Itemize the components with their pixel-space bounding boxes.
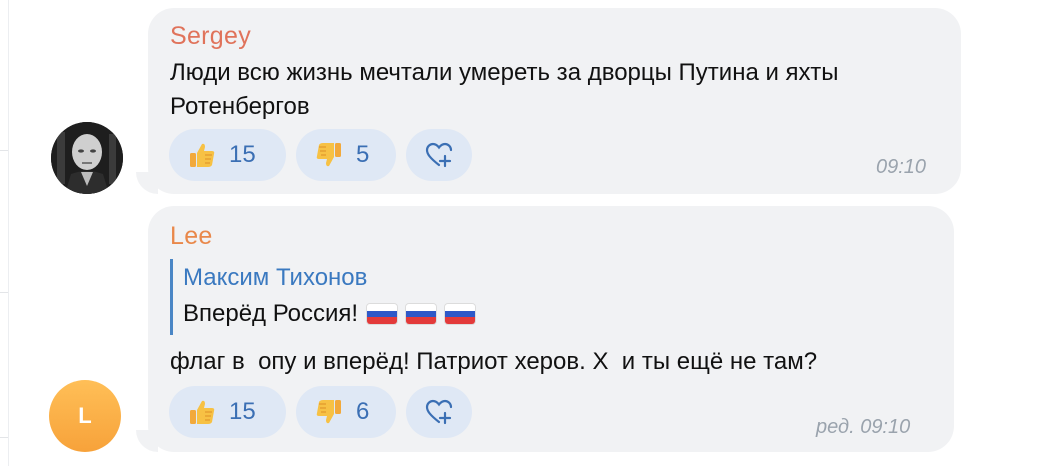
dislike-count: 5 [356, 141, 370, 168]
avatar-sergey[interactable] [51, 122, 123, 194]
avatar-photo-image [51, 122, 123, 194]
divider-tick [0, 292, 8, 293]
message-bubble[interactable]: Lee Максим Тихонов Вперёд Россия! флаг в… [148, 206, 954, 452]
message-timestamp-edited: ред. 09:10 [816, 416, 911, 438]
quote-text: Вперёд Россия! [183, 300, 359, 327]
heart-plus-icon [425, 142, 453, 168]
avatar-initial: L [78, 403, 92, 428]
thumbs-up-icon [190, 143, 215, 167]
dislike-count: 6 [356, 398, 370, 425]
dislike-reaction-button[interactable]: 6 [296, 386, 396, 438]
reply-quote[interactable]: Максим Тихонов Вперёд Россия! [170, 259, 476, 335]
thumbs-down-icon [316, 400, 341, 424]
like-reaction-button[interactable]: 15 [169, 386, 286, 438]
divider-tick [0, 437, 8, 438]
like-reaction-button[interactable]: 15 [169, 129, 286, 181]
avatar-lee[interactable]: L [49, 380, 121, 452]
message-author[interactable]: Lee [170, 222, 213, 251]
chat-list-divider [0, 0, 9, 466]
message-text: флаг в опу и вперёд! Патриот херов. Х и … [170, 348, 818, 375]
quote-author: Максим Тихонов [183, 264, 368, 291]
like-count: 15 [229, 141, 256, 168]
russian-flag-emoji [445, 304, 476, 324]
dislike-reaction-button[interactable]: 5 [296, 129, 396, 181]
message-timestamp: 09:10 [876, 156, 927, 178]
russian-flag-emoji [406, 304, 437, 324]
like-count: 15 [229, 398, 256, 425]
quote-text-row: Вперёд Россия! [183, 295, 476, 333]
message-text-line: Ротенбергов [170, 93, 310, 120]
message-bubble[interactable]: Sergey Люди всю жизнь мечтали умереть за… [148, 8, 961, 194]
message-text-line: Люди всю жизнь мечтали умереть за дворцы… [170, 59, 839, 86]
heart-plus-icon [425, 399, 453, 425]
add-reaction-button[interactable] [406, 129, 472, 181]
divider-tick [0, 150, 8, 151]
add-reaction-button[interactable] [406, 386, 472, 438]
russian-flag-emoji [367, 304, 398, 324]
thumbs-down-icon [316, 143, 341, 167]
message-author[interactable]: Sergey [170, 22, 251, 51]
thumbs-up-icon [190, 400, 215, 424]
